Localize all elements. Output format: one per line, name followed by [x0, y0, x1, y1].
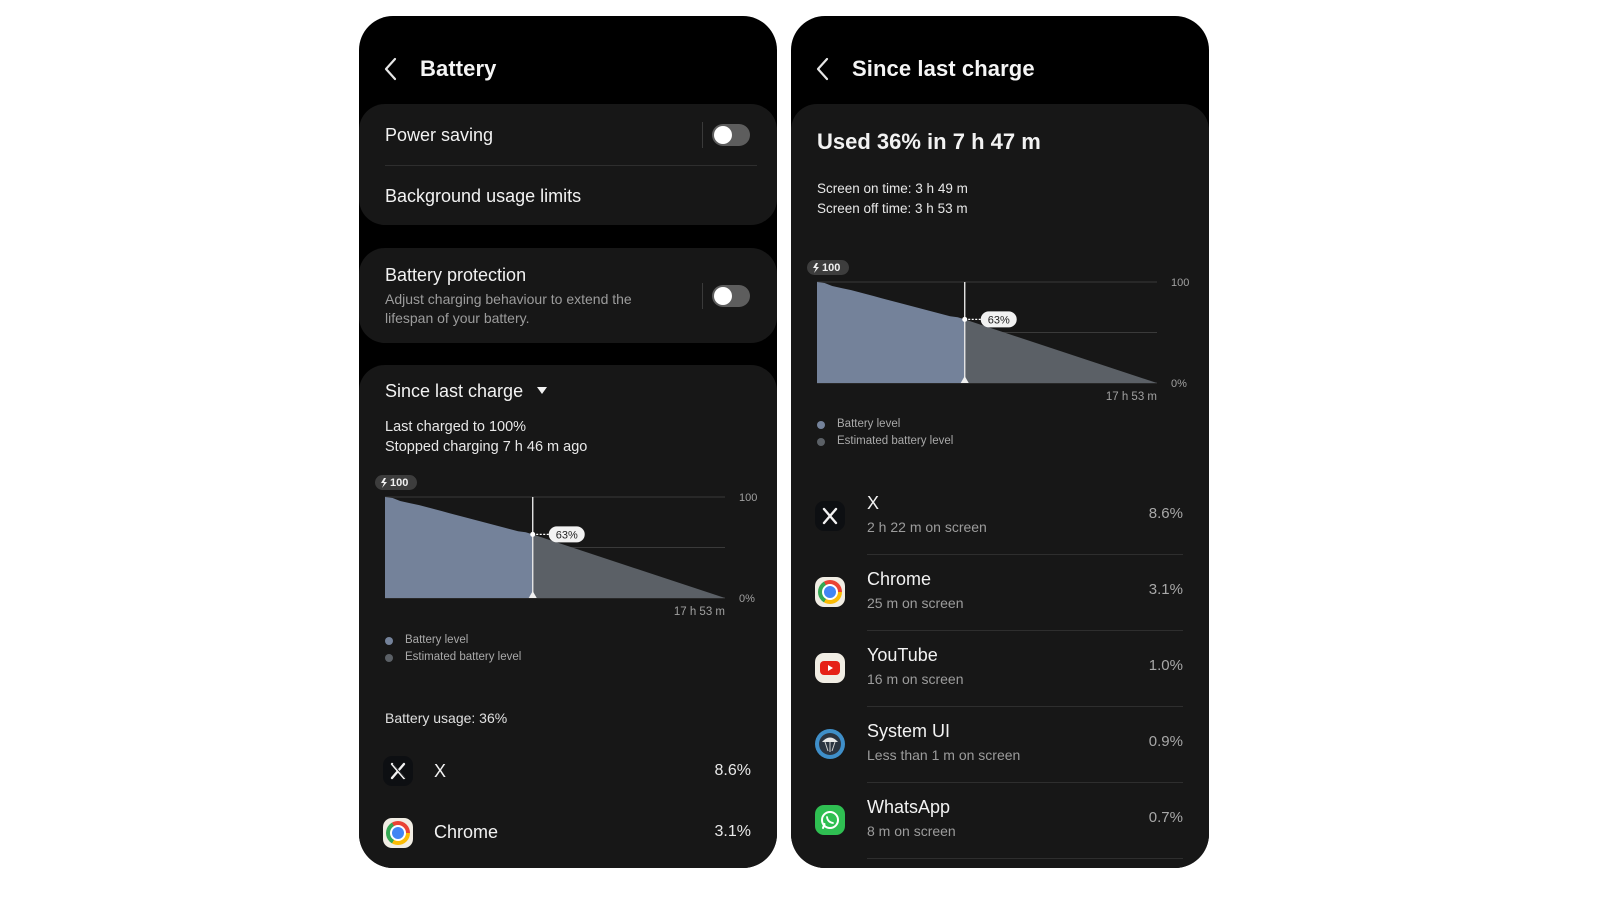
system-ui-icon	[815, 729, 845, 759]
legend-label: Estimated battery level	[837, 435, 954, 447]
legend-label: Battery level	[405, 634, 469, 646]
toggle-separator	[702, 122, 703, 148]
series-area-estimated-battery-level	[532, 534, 725, 598]
x-logo-icon	[383, 756, 413, 786]
screen-off-time: Screen off time: 3 h 53 m	[817, 201, 968, 216]
x-end-label: 17 h 53 m	[674, 606, 725, 618]
y-tick-label-0: 0%	[1171, 378, 1187, 390]
whatsapp-icon	[815, 805, 845, 835]
app-name: WhatsApp	[867, 797, 951, 817]
back-arrow-icon[interactable]	[813, 56, 833, 82]
x-end-label: 17 h 53 m	[1106, 391, 1157, 403]
app-screen-time: Less than 1 m on screen	[867, 747, 1021, 763]
app-bar: Since last charge	[791, 16, 1209, 104]
chrome-icon	[383, 818, 413, 848]
y-tick-label-100: 100	[739, 492, 757, 504]
stopped-charging-text: Stopped charging 7 h 46 m ago	[385, 439, 588, 455]
app-usage-row-whatsapp[interactable]: WhatsApp 8 m on screen 0.7%	[791, 783, 1209, 859]
app-bar: Battery	[359, 16, 777, 104]
battery-chart-svg: 63% 100 100 0% 17 h 53 m	[375, 475, 757, 618]
battery-screen: Battery Power saving Background usage li…	[359, 16, 777, 868]
usage-details-card: Used 36% in 7 h 47 m Screen on time: 3 h…	[791, 104, 1209, 868]
app-usage-row-system-ui[interactable]: System UI Less than 1 m on screen 0.9%	[791, 707, 1209, 783]
background-usage-limits-row[interactable]: Background usage limits	[359, 166, 777, 224]
app-name: X	[434, 761, 447, 781]
legend-dot	[385, 654, 393, 662]
legend-label: Battery level	[837, 418, 901, 430]
app-percent: 8.6%	[714, 762, 751, 779]
background-usage-limits-label: Background usage limits	[385, 186, 582, 206]
battery-protection-description-line1: Adjust charging behaviour to extend the	[385, 291, 632, 307]
app-usage-row-x[interactable]: X 8.6%	[359, 747, 777, 797]
app-percent: 0.9%	[1148, 733, 1183, 750]
app-usage-row-youtube[interactable]: YouTube 16 m on screen 1.0%	[791, 631, 1209, 707]
battery-protection-description-line2: lifespan of your battery.	[385, 310, 530, 326]
app-usage-row-chrome[interactable]: Chrome 3.1%	[359, 808, 777, 858]
page-title: Battery	[420, 56, 497, 81]
chrome-icon	[815, 577, 845, 607]
usage-card: Since last charge Last charged to 100% S…	[359, 365, 777, 868]
app-screen-time: 25 m on screen	[867, 595, 964, 611]
screen-on-time: Screen on time: 3 h 49 m	[817, 181, 968, 196]
app-percent: 1.0%	[1148, 657, 1183, 674]
current-level-label: 63%	[556, 529, 578, 541]
battery-protection-toggle[interactable]	[712, 285, 750, 307]
toggle-knob	[714, 126, 732, 144]
youtube-icon	[815, 653, 845, 683]
battery-usage-total: Battery usage: 36%	[385, 710, 508, 726]
legend-dot	[817, 438, 825, 446]
toggle-separator	[702, 283, 703, 309]
legend-label: Estimated battery level	[405, 651, 522, 663]
back-arrow-icon[interactable]	[381, 56, 401, 82]
app-percent: 0.7%	[1148, 809, 1183, 826]
app-name: Chrome	[434, 822, 499, 842]
app-name: Chrome	[867, 569, 932, 589]
divider	[867, 858, 1183, 859]
power-saving-toggle[interactable]	[712, 124, 750, 146]
toggle-knob	[714, 287, 732, 305]
power-settings-card: Power saving Background usage limits	[359, 104, 777, 225]
last-charged-text: Last charged to 100%	[385, 419, 527, 435]
battery-chart-svg: 63% 100 100 0% 17 h 53 m	[807, 260, 1189, 403]
app-screen-time: 2 h 22 m on screen	[867, 519, 987, 535]
page-title: Since last charge	[852, 56, 1035, 81]
period-dropdown[interactable]: Since last charge	[385, 381, 548, 402]
battery-protection-label: Battery protection	[385, 265, 527, 285]
app-name: System UI	[867, 721, 951, 741]
x-logo-icon	[815, 501, 845, 531]
legend-dot	[385, 637, 393, 645]
app-usage-row-x[interactable]: X 2 h 22 m on screen 8.6%	[791, 479, 1209, 555]
app-name: YouTube	[867, 645, 938, 665]
y-tick-label-0: 0%	[739, 593, 755, 605]
caret-down-icon	[537, 386, 548, 394]
app-name: X	[867, 493, 880, 513]
current-level-label: 63%	[988, 314, 1010, 326]
app-screen-time: 16 m on screen	[867, 671, 964, 687]
series-area-battery-level	[385, 497, 533, 598]
battery-chart: 63% 100 100 0% 17 h 53 m	[791, 258, 1209, 408]
y-tick-label-100: 100	[1171, 277, 1189, 289]
series-area-estimated-battery-level	[964, 319, 1157, 383]
app-percent: 3.1%	[714, 823, 751, 840]
since-last-charge-screen: Since last charge Used 36% in 7 h 47 m S…	[791, 16, 1209, 868]
charge-badge-label: 100	[822, 262, 840, 274]
battery-protection-card[interactable]: Battery protection Adjust charging behav…	[359, 248, 777, 343]
app-percent: 8.6%	[1148, 505, 1183, 522]
power-saving-label: Power saving	[385, 125, 494, 145]
usage-headline: Used 36% in 7 h 47 m	[817, 129, 1041, 154]
legend-dot	[817, 421, 825, 429]
battery-chart: 63% 100 100 0% 17 h 53 m	[359, 473, 777, 623]
app-percent: 3.1%	[1148, 581, 1183, 598]
period-dropdown-label: Since last charge	[385, 381, 524, 401]
app-screen-time: 8 m on screen	[867, 823, 956, 839]
charge-badge-label: 100	[390, 477, 408, 489]
series-area-battery-level	[817, 282, 965, 383]
power-saving-row[interactable]: Power saving	[359, 104, 777, 164]
app-usage-row-chrome[interactable]: Chrome 25 m on screen 3.1%	[791, 555, 1209, 631]
